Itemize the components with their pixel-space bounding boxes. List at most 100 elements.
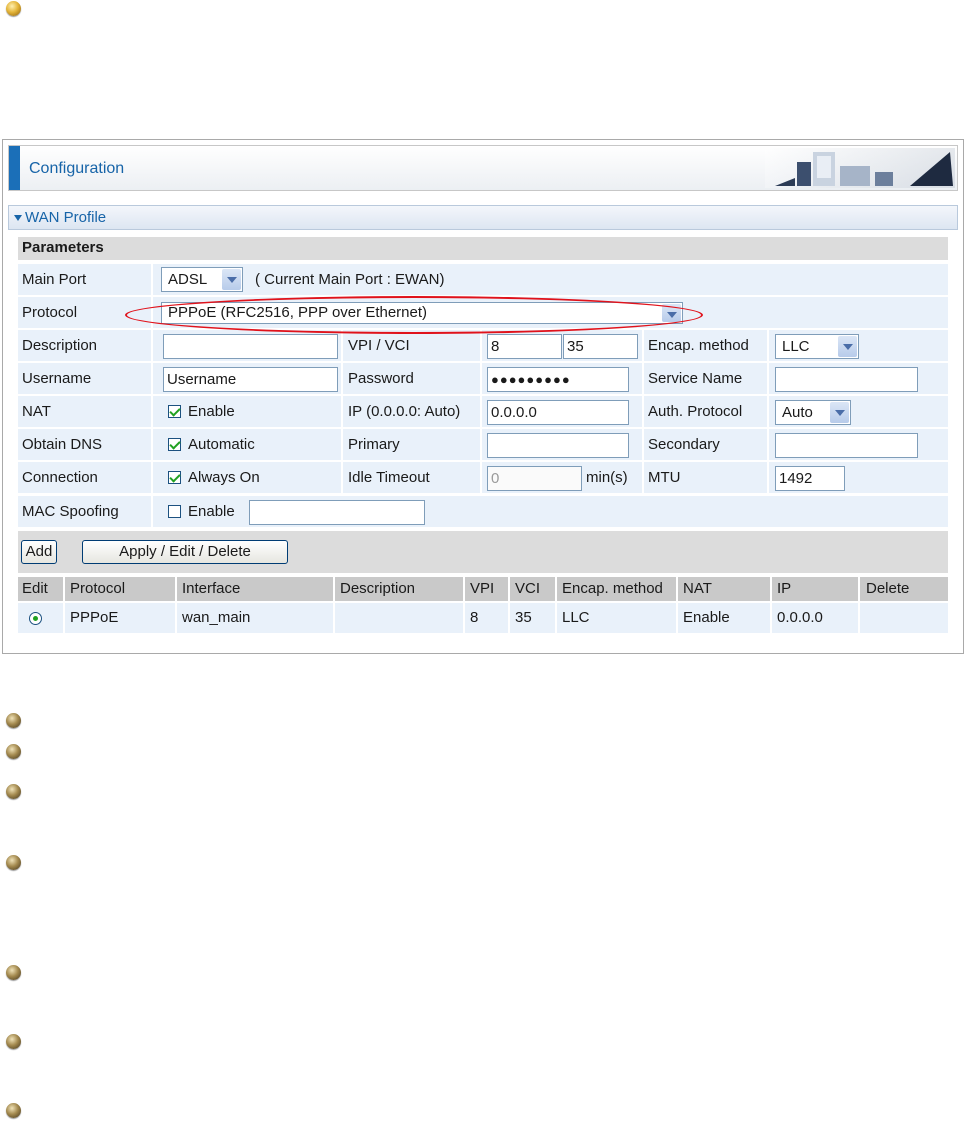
row-encap-method: LLC [562, 609, 590, 626]
obtain-dns-checkbox-label: Automatic [188, 436, 255, 453]
chevron-down-icon [222, 269, 241, 290]
configuration-panel: Configuration WAN Profile Parameters Mai… [2, 139, 964, 654]
row-interface: wan_main [182, 609, 251, 626]
auth-protocol-value: Auto [782, 404, 813, 421]
mac-spoofing-label: MAC Spoofing [22, 503, 119, 520]
ip-input[interactable]: 0.0.0.0 [487, 400, 629, 425]
vpi-vci-label: VPI / VCI [348, 337, 410, 354]
idle-timeout-unit: min(s) [586, 469, 628, 486]
wan-profile-title: WAN Profile [25, 209, 107, 226]
description-input[interactable] [163, 334, 338, 359]
auth-protocol-select[interactable]: Auto [775, 400, 851, 425]
mac-spoofing-row: MAC Spoofing Enable [18, 496, 948, 527]
column-header-delete: Delete [866, 580, 910, 597]
current-main-port-text: ( Current Main Port : EWAN) [255, 271, 445, 288]
vpi-input[interactable]: 8 [487, 334, 562, 359]
service-name-input[interactable] [775, 367, 918, 392]
row-nat: Enable [683, 609, 730, 626]
username-row: Username Username Password ●●●●●●●●● Ser… [18, 363, 948, 394]
mac-address-input[interactable] [249, 500, 425, 525]
primary-dns-label: Primary [348, 436, 400, 453]
add-button[interactable]: Add [21, 540, 57, 564]
column-header-nat: NAT [683, 580, 712, 597]
description-row: Description VPI / VCI 8 / 35 Encap. meth… [18, 330, 948, 361]
row-ip: 0.0.0.0 [777, 609, 823, 626]
column-header-vpi: VPI [470, 580, 495, 597]
always-on-label: Always On [188, 469, 260, 486]
protocol-label: Protocol [22, 304, 78, 321]
always-on-checkbox[interactable] [168, 471, 181, 484]
wan-table-header: Edit Protocol Interface Description VPI … [18, 577, 948, 601]
table-row: PPPoE wan_main 8 35 LLC Enable 0.0.0.0 [18, 603, 948, 633]
vci-input[interactable]: 35 [563, 334, 638, 359]
configuration-header: Configuration [8, 145, 958, 191]
password-label: Password [348, 370, 414, 387]
nat-enable-checkbox[interactable] [168, 405, 181, 418]
mtu-input[interactable]: 1492 [775, 466, 845, 491]
encap-method-value: LLC [782, 338, 810, 355]
protocol-select[interactable]: PPPoE (RFC2516, PPP over Ethernet) [161, 302, 683, 324]
bullet-icon [6, 1034, 21, 1049]
idle-timeout-input[interactable]: 0 [487, 466, 582, 491]
primary-dns-input[interactable] [487, 433, 629, 458]
main-port-label: Main Port [22, 271, 87, 288]
encap-method-label: Encap. method [648, 337, 749, 354]
password-input[interactable]: ●●●●●●●●● [487, 367, 629, 392]
bullet-icon [6, 713, 21, 728]
column-header-edit: Edit [22, 580, 48, 597]
connection-label: Connection [22, 469, 98, 486]
parameters-title: Parameters [22, 239, 104, 256]
nat-enable-label: Enable [188, 403, 235, 420]
protocol-value: PPPoE (RFC2516, PPP over Ethernet) [168, 304, 428, 321]
mtu-label: MTU [648, 469, 681, 486]
apply-edit-delete-button[interactable]: Apply / Edit / Delete [82, 540, 288, 564]
auth-protocol-label: Auth. Protocol [648, 403, 743, 420]
bullet-icon [6, 965, 21, 980]
nat-row: NAT Enable IP (0.0.0.0: Auto) 0.0.0.0 Au… [18, 396, 948, 427]
page-title: Configuration [29, 160, 125, 177]
obtain-dns-row: Obtain DNS Automatic Primary Secondary [18, 429, 948, 460]
encap-method-select[interactable]: LLC [775, 334, 859, 359]
mac-spoofing-enable-label: Enable [188, 503, 235, 520]
column-header-vci: VCI [515, 580, 541, 597]
main-port-value: ADSL [168, 271, 208, 288]
row-protocol: PPPoE [70, 609, 119, 626]
chevron-down-icon [838, 336, 857, 357]
edit-radio-button[interactable] [29, 612, 42, 625]
row-vci: 35 [515, 609, 532, 626]
ip-label: IP (0.0.0.0: Auto) [348, 403, 461, 420]
secondary-dns-input[interactable] [775, 433, 918, 458]
bullet-icon [6, 1103, 21, 1118]
protocol-row: Protocol PPPoE (RFC2516, PPP over Ethern… [18, 297, 948, 328]
column-header-description: Description [340, 580, 416, 597]
bullet-icon [6, 744, 21, 759]
main-port-row: Main Port ADSL ( Current Main Port : EWA… [18, 264, 948, 295]
chevron-down-icon [830, 402, 849, 423]
bullet-icon [6, 855, 21, 870]
header-accent-bar [9, 146, 20, 190]
service-name-label: Service Name [648, 370, 743, 387]
description-label: Description [22, 337, 98, 354]
row-vpi: 8 [470, 609, 479, 626]
connection-row: Connection Always On Idle Timeout 0 min(… [18, 462, 948, 493]
main-port-select[interactable]: ADSL [161, 267, 243, 292]
nat-label: NAT [22, 403, 51, 420]
column-header-encap-method: Encap. method [562, 580, 663, 597]
collapse-triangle-icon[interactable] [14, 215, 22, 221]
action-button-row: Add Apply / Edit / Delete [18, 531, 948, 573]
column-header-protocol: Protocol [70, 580, 126, 597]
obtain-dns-checkbox[interactable] [168, 438, 181, 451]
mac-spoofing-checkbox[interactable] [168, 505, 181, 518]
chevron-down-icon [662, 304, 681, 322]
secondary-dns-label: Secondary [648, 436, 720, 453]
column-header-interface: Interface [182, 580, 241, 597]
parameters-header: Parameters [18, 237, 948, 260]
header-office-image-icon [765, 148, 955, 188]
username-input[interactable]: Username [163, 367, 338, 392]
wan-profile-bar[interactable]: WAN Profile [8, 205, 958, 230]
bullet-icon [6, 784, 21, 799]
obtain-dns-label: Obtain DNS [22, 436, 103, 453]
gold-bullet-icon [6, 1, 21, 16]
username-label: Username [22, 370, 92, 387]
idle-timeout-label: Idle Timeout [348, 469, 430, 486]
